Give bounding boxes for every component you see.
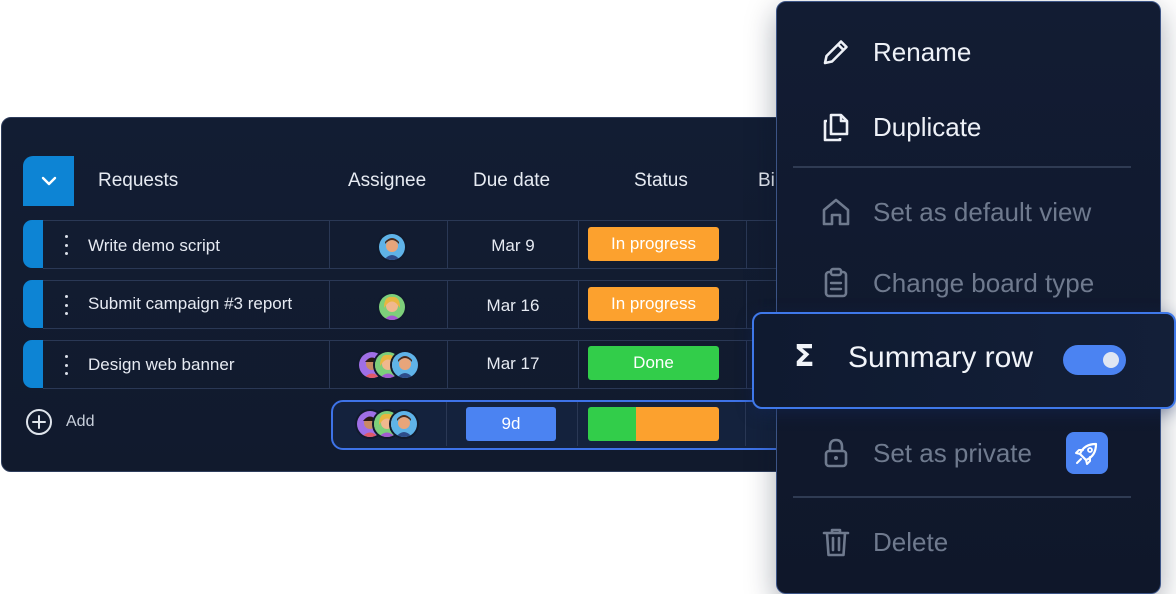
column-divider xyxy=(746,220,747,268)
menu-item-label: Delete xyxy=(873,526,949,557)
column-divider xyxy=(745,402,746,446)
column-header-truncated[interactable]: Bi xyxy=(758,170,775,192)
sigma-icon: Σ xyxy=(794,339,815,374)
task-name[interactable]: Design web banner xyxy=(88,355,234,375)
status-badge[interactable]: In progress xyxy=(588,287,719,321)
column-divider xyxy=(329,340,330,388)
trash-icon xyxy=(819,524,853,560)
column-header-requests[interactable]: Requests xyxy=(98,170,178,192)
home-icon xyxy=(819,194,853,230)
due-date[interactable]: Mar 17 xyxy=(448,354,578,374)
menu-item-change-board-type[interactable]: Change board type xyxy=(819,265,1094,301)
column-divider xyxy=(746,280,747,328)
column-divider xyxy=(446,402,447,446)
row-menu-icon[interactable] xyxy=(62,355,70,375)
task-name[interactable]: Write demo script xyxy=(88,236,220,256)
lock-icon xyxy=(819,435,853,471)
assignee-avatar[interactable] xyxy=(390,350,420,380)
menu-item-rename[interactable]: Rename xyxy=(819,34,971,70)
column-header-due-date[interactable]: Due date xyxy=(473,170,550,192)
add-item-button[interactable]: Add xyxy=(24,407,94,437)
toggle-knob xyxy=(1103,352,1119,368)
column-divider xyxy=(578,340,579,388)
pencil-icon xyxy=(819,34,853,70)
row-divider xyxy=(43,280,802,281)
menu-item-delete[interactable]: Delete xyxy=(819,524,948,560)
column-header-assignee[interactable]: Assignee xyxy=(348,170,426,192)
menu-item-set-private[interactable]: Set as private xyxy=(819,435,1032,471)
add-label: Add xyxy=(66,413,95,430)
column-divider xyxy=(329,220,330,268)
row-divider xyxy=(43,388,802,389)
task-name[interactable]: Submit campaign #3 report xyxy=(88,294,292,314)
row-menu-icon[interactable] xyxy=(62,235,70,255)
board-table: Requests Assignee Due date Status Bi Wri… xyxy=(1,117,803,472)
menu-divider xyxy=(793,496,1131,498)
column-divider xyxy=(329,280,330,328)
due-date[interactable]: Mar 16 xyxy=(448,296,578,316)
summary-done-segment xyxy=(588,407,637,441)
row-divider xyxy=(43,340,802,341)
menu-item-duplicate[interactable]: Duplicate xyxy=(819,109,981,145)
column-header-status[interactable]: Status xyxy=(634,170,688,192)
row-menu-icon[interactable] xyxy=(62,295,70,315)
collapse-group-button[interactable] xyxy=(23,156,74,206)
row-divider xyxy=(43,328,802,329)
rocket-icon xyxy=(1075,442,1098,465)
board-context-menu: Rename Duplicate Set as default view Cha… xyxy=(776,1,1161,594)
menu-item-label: Set as default view xyxy=(873,196,1092,227)
row-color-marker xyxy=(23,220,43,268)
summary-avatar xyxy=(389,409,419,439)
status-badge[interactable]: In progress xyxy=(588,227,719,261)
row-divider xyxy=(43,220,802,221)
summary-duration: 9d xyxy=(466,407,556,441)
summary-row-toggle[interactable] xyxy=(1063,345,1126,375)
assignee-avatar[interactable] xyxy=(377,232,407,262)
row-color-marker xyxy=(23,340,43,388)
menu-item-label: Rename xyxy=(873,36,972,67)
summary-status-bar xyxy=(588,407,719,441)
upgrade-badge[interactable] xyxy=(1066,432,1108,474)
column-divider xyxy=(746,340,747,388)
clipboard-icon xyxy=(819,265,853,301)
menu-item-label: Summary row xyxy=(848,341,1034,374)
status-badge[interactable]: Done xyxy=(588,346,719,380)
menu-item-label: Set as private xyxy=(873,437,1032,468)
copy-icon xyxy=(819,109,853,145)
row-divider xyxy=(43,268,802,269)
column-divider xyxy=(578,280,579,328)
column-divider xyxy=(578,220,579,268)
plus-circle-icon xyxy=(26,409,52,435)
column-divider xyxy=(577,402,578,446)
menu-item-label: Duplicate xyxy=(873,111,982,142)
assignee-avatar[interactable] xyxy=(377,292,407,322)
menu-item-set-default-view[interactable]: Set as default view xyxy=(819,194,1091,230)
row-color-marker xyxy=(23,280,43,328)
summary-in-progress-segment xyxy=(636,407,719,441)
chevron-down-icon xyxy=(41,176,56,186)
menu-item-summary-row[interactable]: Σ Summary row xyxy=(752,312,1176,409)
menu-item-label: Change board type xyxy=(873,267,1095,298)
menu-divider xyxy=(793,166,1131,168)
due-date[interactable]: Mar 9 xyxy=(448,236,578,256)
